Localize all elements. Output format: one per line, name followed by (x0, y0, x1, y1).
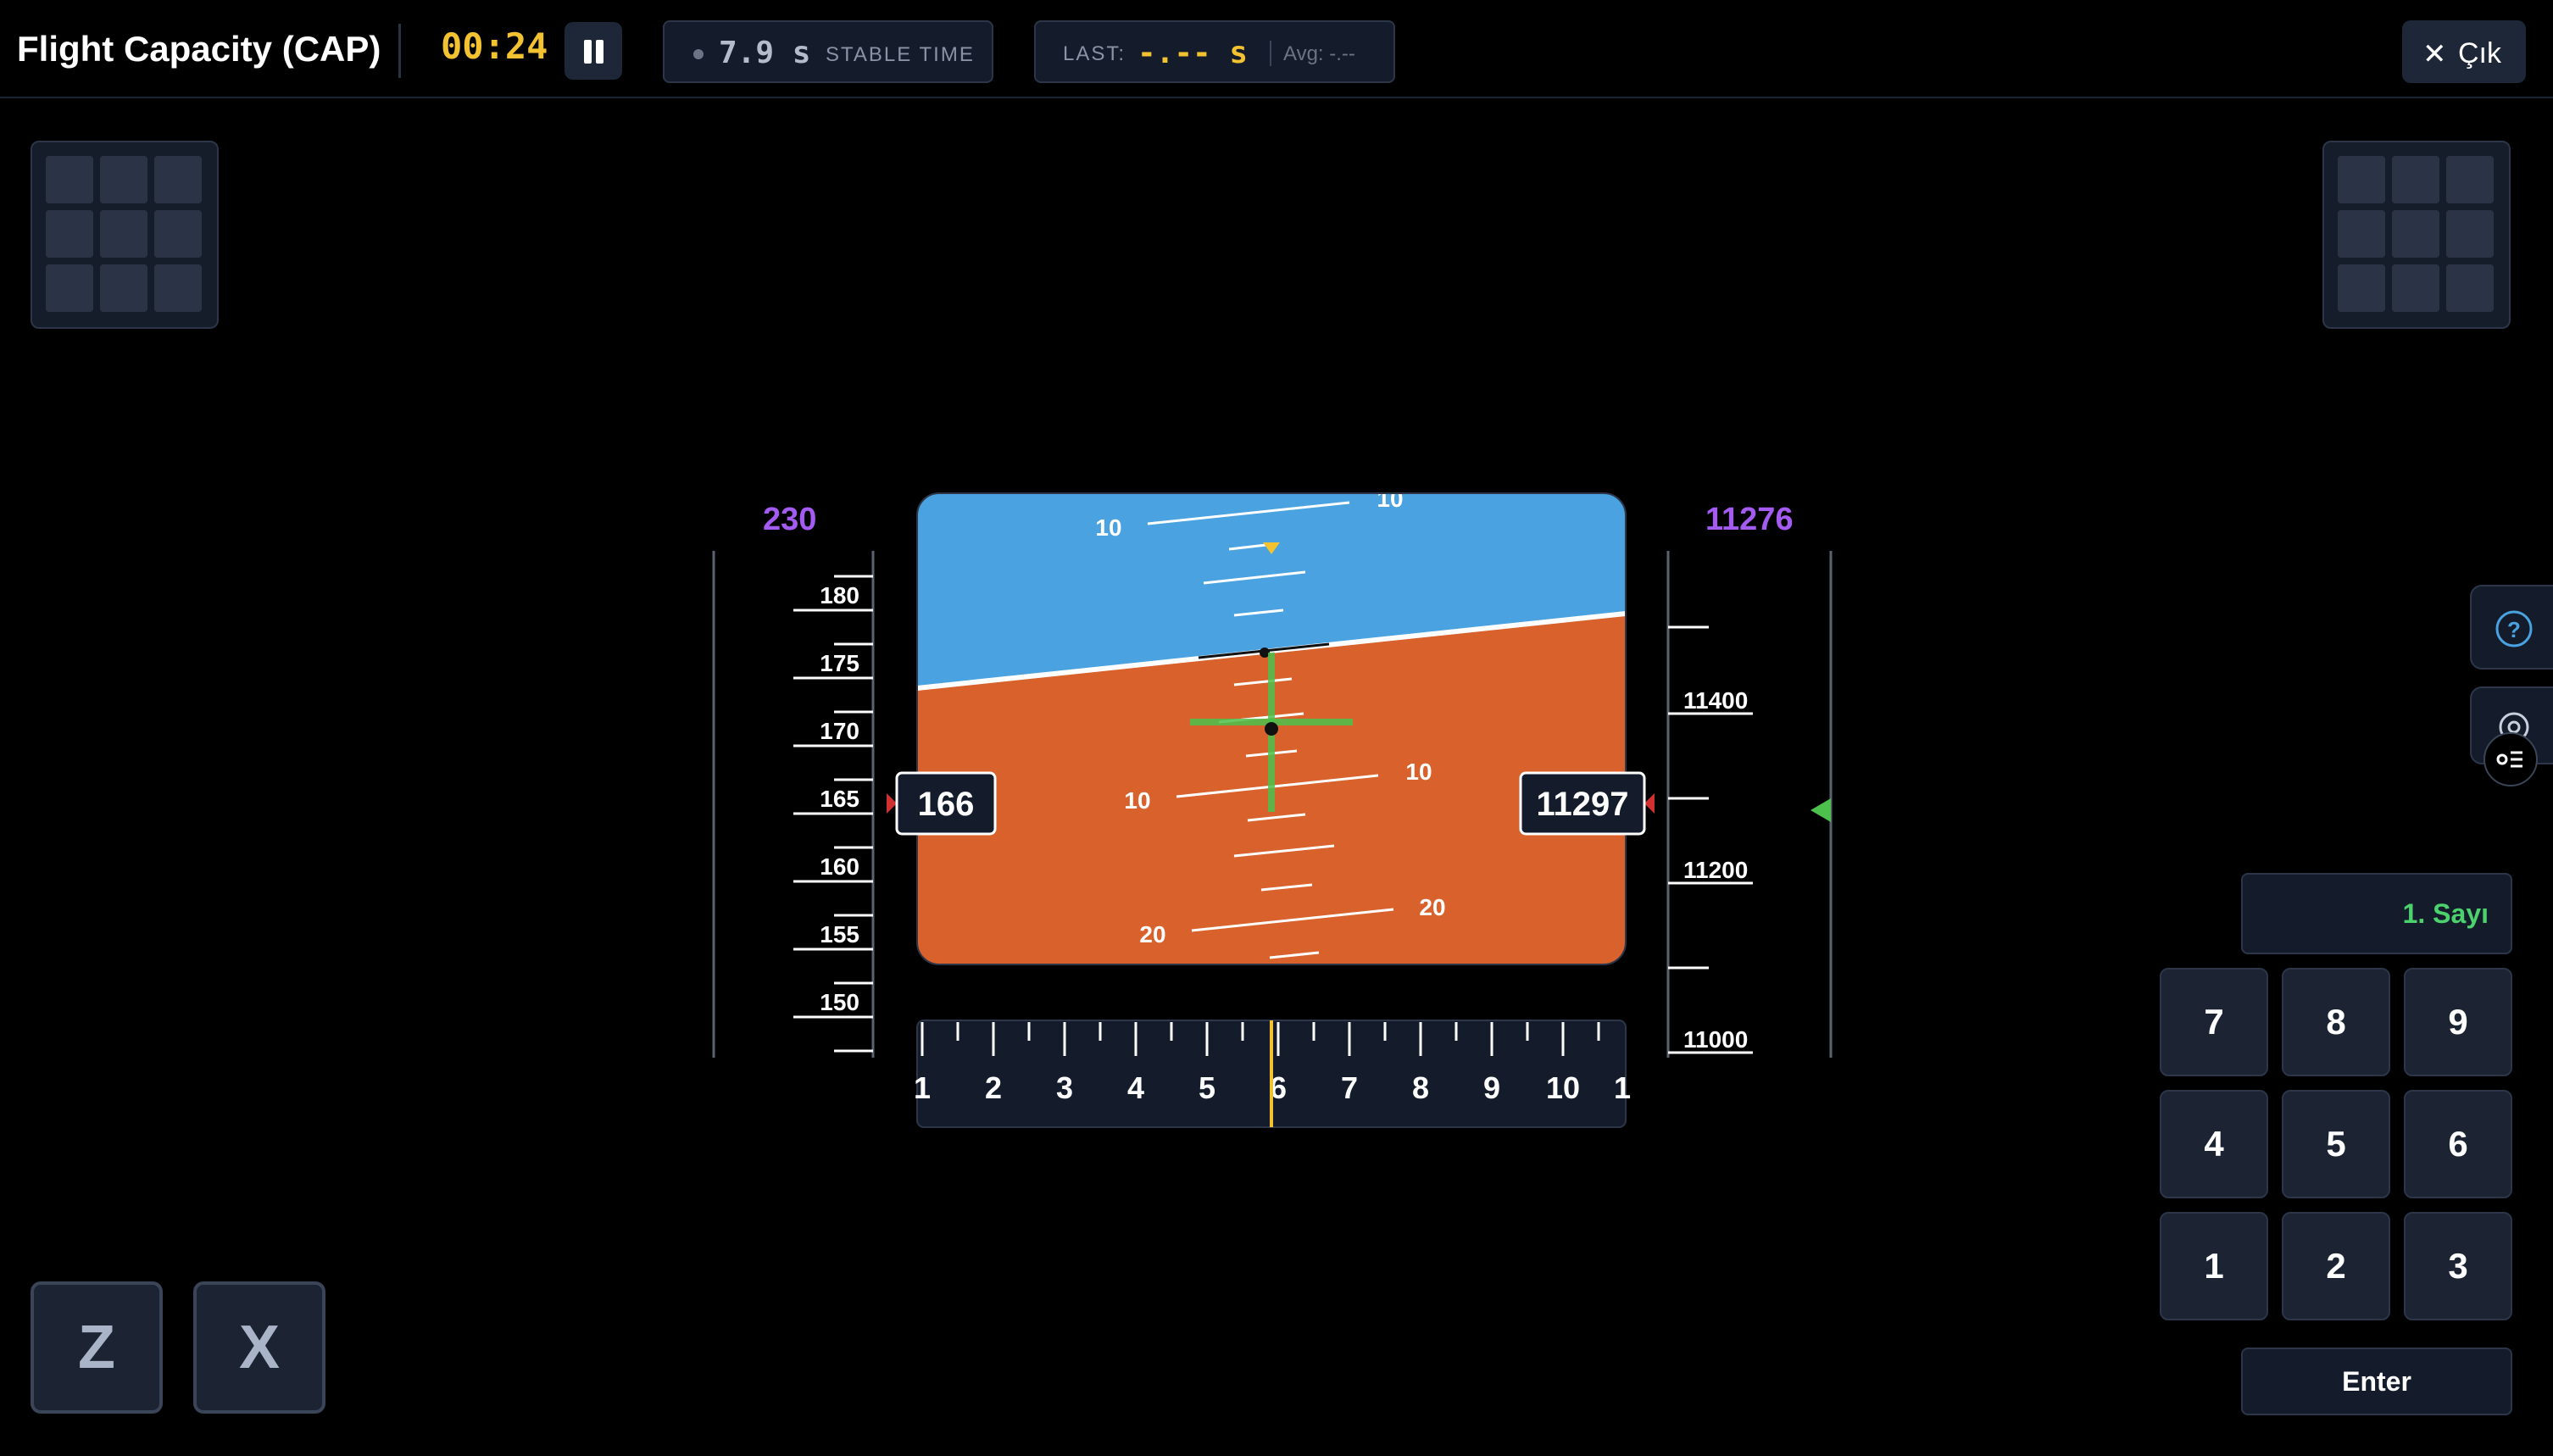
speed-tick: 150 (820, 989, 859, 1015)
heading-tick: 5 (1199, 1070, 1215, 1105)
heading-tick: 9 (1483, 1070, 1500, 1105)
heading-tick: 1 (1614, 1070, 1631, 1105)
speed-tick: 170 (820, 718, 859, 744)
speed-tick: 180 (820, 582, 859, 609)
altitude-tick: 11200 (1683, 857, 1748, 883)
keypad-key-7[interactable]: 7 (2160, 968, 2268, 1076)
heading-tick: 1 (914, 1070, 931, 1105)
pitch-label: 10 (1377, 486, 1403, 512)
pitch-label: 10 (1124, 787, 1150, 814)
heading-tick: 10 (1546, 1070, 1580, 1105)
heading-tick: 3 (1056, 1070, 1073, 1105)
heading-tick: 8 (1412, 1070, 1429, 1105)
list-settings-button[interactable] (2483, 732, 2538, 786)
altitude-readout: 11297 (1536, 786, 1628, 823)
altitude-tick: 11000 (1683, 1026, 1748, 1053)
speed-tick: 175 (820, 650, 859, 676)
keypad-key-1[interactable]: 1 (2160, 1212, 2268, 1320)
attitude-indicator: 10 10 10 10 20 20 (917, 486, 1626, 964)
pitch-label: 20 (1419, 894, 1445, 920)
speed-tick: 155 (820, 921, 859, 948)
keypad-display: 1. Sayı (2241, 873, 2512, 954)
keypad-key-8[interactable]: 8 (2282, 968, 2390, 1076)
altitude-tape: 11400 11200 11000 (1666, 551, 1833, 1058)
heading-tick: 2 (985, 1070, 1002, 1105)
help-button[interactable]: ? (2470, 585, 2553, 670)
heading-tick: 7 (1341, 1070, 1358, 1105)
pitch-label: 10 (1405, 759, 1432, 785)
pitch-label: 20 (1139, 921, 1165, 948)
keypad-key-2[interactable]: 2 (2282, 1212, 2390, 1320)
list-settings-icon (2496, 751, 2522, 768)
speed-tape: 180 175 170 165 160 155 150 (712, 551, 875, 1058)
help-icon: ? (2495, 610, 2533, 647)
x-key-button[interactable]: X (193, 1281, 325, 1414)
altitude-target-marker (1810, 798, 1831, 822)
keypad-key-9[interactable]: 9 (2404, 968, 2512, 1076)
keypad-prompt: 1. Sayı (2402, 898, 2489, 929)
pitch-label: 10 (1095, 514, 1121, 541)
keypad-key-4[interactable]: 4 (2160, 1090, 2268, 1198)
speed-bug (887, 793, 897, 814)
speed-tick: 160 (820, 853, 859, 880)
keypad-key-6[interactable]: 6 (2404, 1090, 2512, 1198)
speed-readout: 166 (918, 786, 975, 823)
altitude-bug (1644, 793, 1655, 814)
altitude-tick: 11400 (1683, 687, 1748, 714)
enter-button[interactable]: Enter (2241, 1348, 2512, 1415)
svg-text:?: ? (2507, 617, 2521, 642)
keypad-key-5[interactable]: 5 (2282, 1090, 2390, 1198)
keypad-key-3[interactable]: 3 (2404, 1212, 2512, 1320)
z-key-button[interactable]: Z (31, 1281, 163, 1414)
speed-tick: 165 (820, 786, 859, 812)
heading-tick: 4 (1127, 1070, 1144, 1105)
heading-tape: 1 2 3 4 5 6 7 8 9 10 1 (914, 1020, 1631, 1128)
